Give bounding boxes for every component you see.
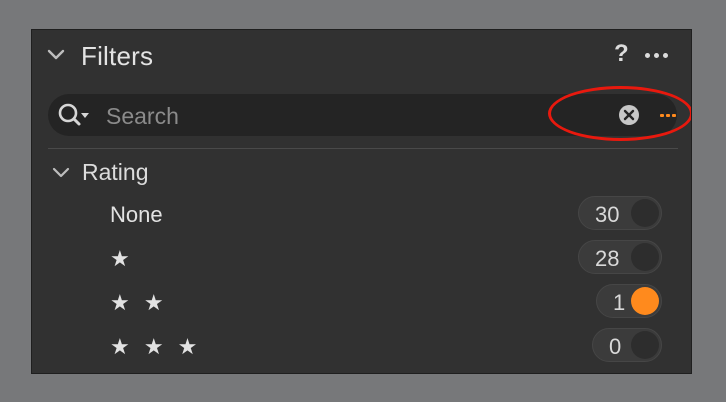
panel-title: Filters (81, 41, 154, 71)
rating-stars-label: ★ (110, 246, 134, 271)
rating-section-label: Rating (82, 159, 149, 185)
panel-header: Filters ? (32, 30, 691, 86)
rating-row-none[interactable]: None 30 (32, 196, 691, 236)
toggle-knob (631, 199, 659, 227)
toggle-knob (631, 331, 659, 359)
count-toggle[interactable]: 1 (596, 284, 662, 318)
clear-icon[interactable] (618, 104, 640, 131)
panel-more-icon[interactable] (645, 53, 668, 58)
rating-stars-label: ★ ★ ★ (110, 334, 202, 359)
count-badge: 30 (595, 202, 620, 227)
count-badge: 0 (609, 334, 622, 359)
collapse-chevron-icon[interactable] (47, 48, 65, 66)
search-input[interactable] (104, 100, 548, 132)
count-toggle[interactable]: 0 (592, 328, 662, 362)
divider (48, 148, 678, 149)
count-toggle[interactable]: 30 (578, 196, 662, 230)
count-badge: 28 (595, 246, 620, 271)
count-badge: 1 (613, 290, 626, 315)
search-icon[interactable] (57, 103, 93, 134)
toggle-knob (631, 287, 659, 315)
search-field[interactable] (48, 94, 677, 136)
chevron-down-icon[interactable] (52, 166, 70, 184)
help-button[interactable]: ? (614, 40, 629, 68)
rating-section-header[interactable]: Rating (32, 156, 691, 188)
filters-panel: Filters ? Ra (31, 29, 692, 374)
rating-label: None (110, 202, 163, 227)
toggle-knob (631, 243, 659, 271)
rating-stars-label: ★ ★ (110, 290, 168, 315)
rating-row-1-star[interactable]: ★ 28 (32, 240, 691, 280)
rating-row-3-star[interactable]: ★ ★ ★ 0 (32, 328, 691, 368)
rating-row-2-star[interactable]: ★ ★ 1 (32, 284, 691, 324)
count-toggle[interactable]: 28 (578, 240, 662, 274)
search-options-icon[interactable] (660, 114, 676, 117)
